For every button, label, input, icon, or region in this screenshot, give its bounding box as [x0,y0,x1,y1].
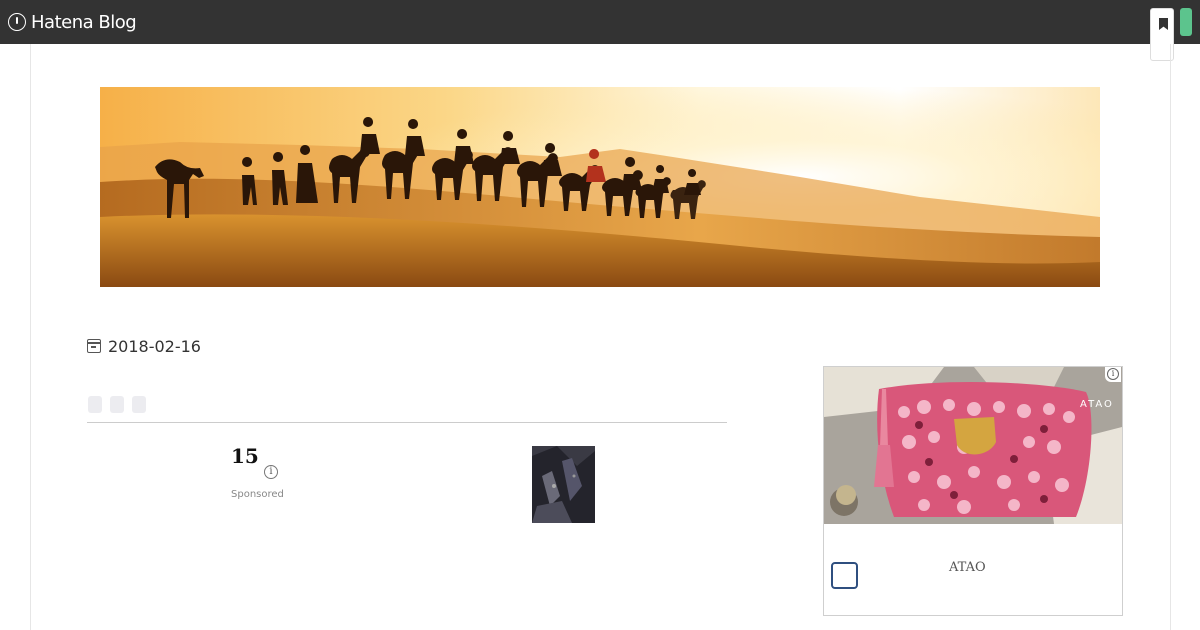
logo-text: Hatena Blog [31,11,137,33]
date-text: 2018-02-16 [108,336,201,356]
calendar-icon [87,339,101,353]
desert-caravan-image [100,87,1100,287]
hatena-blog-logo[interactable]: Hatena Blog [8,11,137,33]
entry-date[interactable]: 2018-02-16 [87,336,201,356]
pink-mosaic-wallet-image [824,367,1122,524]
entry-title-placeholder [88,396,146,413]
ad-logo-box[interactable] [831,562,858,589]
hatena-logo-icon [8,13,26,31]
placeholder-glyph [110,396,124,413]
top-bar: Hatena Blog [0,0,1200,44]
ad-brand-overlay: ATAO [1080,399,1114,410]
info-icon[interactable]: i [264,465,278,479]
dark-thumbnail-image [532,446,595,523]
sponsored-label: Sponsored [231,489,284,500]
ad-choices-button[interactable]: i [1105,367,1121,382]
title-divider [87,422,727,423]
ad-image[interactable]: ATAO [824,367,1122,524]
sponsored-number[interactable]: 15 [231,444,259,468]
ad-choices-icon: i [1107,368,1119,380]
header-banner-image[interactable] [100,87,1100,287]
ad-advertiser-name[interactable]: ATAO [949,560,986,575]
sponsored-thumbnail[interactable] [532,446,595,523]
side-advertisement[interactable]: ATAO i ATAO [823,366,1123,616]
green-side-tab[interactable] [1180,8,1192,36]
placeholder-glyph [132,396,146,413]
placeholder-glyph [88,396,102,413]
bookmark-icon [1159,18,1168,30]
